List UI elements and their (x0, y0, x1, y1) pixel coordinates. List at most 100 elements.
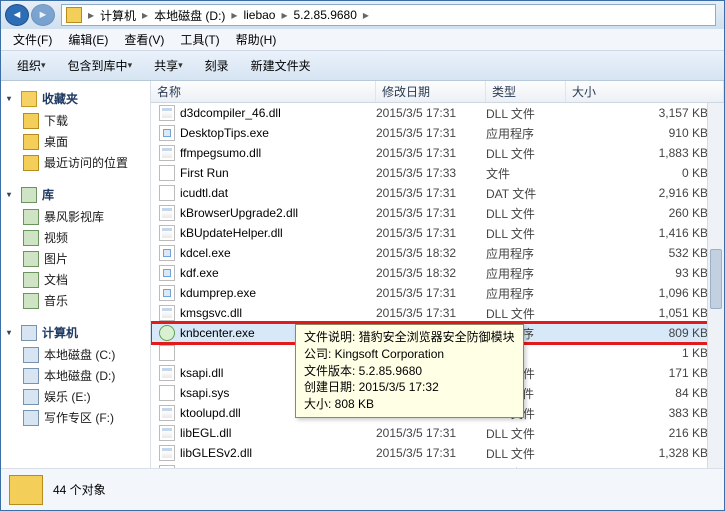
dll-icon (159, 225, 175, 241)
organize-button[interactable]: 组织 (7, 54, 56, 77)
dll-icon (159, 145, 175, 161)
file-date: 2015/3/5 17:31 (376, 466, 486, 468)
file-type: DLL 文件 (486, 465, 566, 469)
nav-back-button[interactable]: ◄ (5, 4, 29, 26)
col-size[interactable]: 大小 (566, 81, 724, 102)
sidebar-item[interactable]: 暴风影视库 (3, 206, 148, 227)
file-size: 1,328 KB (566, 446, 724, 460)
column-headers: 名称 修改日期 类型 大小 (151, 81, 724, 103)
status-count: 44 个对象 (53, 481, 106, 498)
file-name: kdumprep.exe (180, 286, 256, 300)
file-type: DLL 文件 (486, 105, 566, 122)
breadcrumb-item[interactable]: liebao (237, 8, 281, 22)
sidebar-item[interactable]: 文档 (3, 269, 148, 290)
file-icon (159, 185, 175, 201)
file-row[interactable]: kdcel.exe2015/3/5 18:32应用程序532 KB (151, 243, 724, 263)
sidebar-item[interactable]: 本地磁盘 (C:) (3, 344, 148, 365)
nav-forward-button[interactable]: ► (31, 4, 55, 26)
file-row[interactable]: kmsgsvc.dll2015/3/5 17:31DLL 文件1,051 KB (151, 303, 724, 323)
file-size: 3,157 KB (566, 106, 724, 120)
menu-file[interactable]: 文件(F) (5, 29, 60, 50)
share-button[interactable]: 共享 (144, 54, 193, 77)
col-date[interactable]: 修改日期 (376, 81, 486, 102)
file-date: 2015/3/5 17:31 (376, 126, 486, 140)
file-row[interactable]: libGLESv2.dll2015/3/5 17:31DLL 文件1,328 K… (151, 443, 724, 463)
menu-edit[interactable]: 编辑(E) (60, 29, 116, 50)
file-type: 应用程序 (486, 245, 566, 262)
breadcrumb-item[interactable]: 计算机 (94, 7, 142, 24)
sidebar-item[interactable]: 最近访问的位置 (3, 152, 148, 173)
file-row[interactable]: DesktopTips.exe2015/3/5 17:31应用程序910 KB (151, 123, 724, 143)
file-date: 2015/3/5 18:32 (376, 246, 486, 260)
star-icon (21, 91, 37, 107)
file-row[interactable]: kBUpdateHelper.dll2015/3/5 17:31DLL 文件1,… (151, 223, 724, 243)
file-size: 383 KB (566, 406, 724, 420)
file-row[interactable]: kdf.exe2015/3/5 18:32应用程序93 KB (151, 263, 724, 283)
download-icon (23, 113, 39, 129)
menu-help[interactable]: 帮助(H) (228, 29, 285, 50)
file-type: DLL 文件 (486, 145, 566, 162)
file-size: 216 KB (566, 426, 724, 440)
file-name: ksapi.sys (180, 386, 229, 400)
burn-button[interactable]: 刻录 (195, 54, 239, 77)
menu-view[interactable]: 查看(V) (116, 29, 172, 50)
shield-icon (159, 325, 175, 341)
file-row[interactable]: First Run2015/3/5 17:33文件0 KB (151, 163, 724, 183)
file-row[interactable]: kdumprep.exe2015/3/5 17:31应用程序1,096 KB (151, 283, 724, 303)
file-icon (159, 165, 175, 181)
sidebar-item[interactable]: 音乐 (3, 290, 148, 311)
sidebar-item[interactable]: 下载 (3, 110, 148, 131)
file-date: 2015/3/5 17:33 (376, 166, 486, 180)
file-date: 2015/3/5 17:31 (376, 206, 486, 220)
file-size: 93 KB (566, 266, 724, 280)
file-date: 2015/3/5 17:31 (376, 306, 486, 320)
file-size: 2,916 KB (566, 186, 724, 200)
app-icon (159, 125, 175, 141)
file-date: 2015/3/5 17:31 (376, 426, 486, 440)
sidebar-favorites-header[interactable]: 收藏夹 (3, 87, 148, 110)
sidebar-item[interactable]: 桌面 (3, 131, 148, 152)
include-button[interactable]: 包含到库中 (58, 54, 143, 77)
sidebar-libraries-header[interactable]: 库 (3, 183, 148, 206)
file-date: 2015/3/5 17:31 (376, 186, 486, 200)
file-date: 2015/3/5 17:31 (376, 446, 486, 460)
sidebar-item[interactable]: 娱乐 (E:) (3, 386, 148, 407)
sidebar-item[interactable]: 写作专区 (F:) (3, 407, 148, 428)
picture-icon (23, 251, 39, 267)
breadcrumb-item[interactable]: 本地磁盘 (D:) (148, 7, 231, 24)
col-type[interactable]: 类型 (486, 81, 566, 102)
col-name[interactable]: 名称 (151, 81, 376, 102)
file-name: First Run (180, 166, 229, 180)
file-icon (159, 385, 175, 401)
dll-icon (159, 365, 175, 381)
file-row[interactable]: d3dcompiler_46.dll2015/3/5 17:31DLL 文件3,… (151, 103, 724, 123)
scrollbar[interactable] (707, 103, 724, 468)
sidebar-item[interactable]: 图片 (3, 248, 148, 269)
file-size: 8,237 KB (566, 466, 724, 468)
file-name: ktoolupd.dll (180, 406, 241, 420)
file-type: 文件 (486, 165, 566, 182)
dll-icon (159, 405, 175, 421)
sidebar-item[interactable]: 视频 (3, 227, 148, 248)
file-row[interactable]: kBrowserUpgrade2.dll2015/3/5 17:31DLL 文件… (151, 203, 724, 223)
dll-icon (159, 305, 175, 321)
sidebar-item[interactable]: 本地磁盘 (D:) (3, 365, 148, 386)
file-name: icudtl.dat (180, 186, 228, 200)
breadcrumb-item[interactable]: 5.2.85.9680 (288, 8, 363, 22)
sidebar-computer-header[interactable]: 计算机 (3, 321, 148, 344)
drive-icon (23, 347, 39, 363)
file-row[interactable]: liebao.dll2015/3/5 17:31DLL 文件8,237 KB (151, 463, 724, 468)
menu-tools[interactable]: 工具(T) (172, 29, 227, 50)
file-row[interactable]: icudtl.dat2015/3/5 17:31DAT 文件2,916 KB (151, 183, 724, 203)
file-row[interactable]: ffmpegsumo.dll2015/3/5 17:31DLL 文件1,883 … (151, 143, 724, 163)
file-type: DLL 文件 (486, 205, 566, 222)
file-row[interactable]: libEGL.dll2015/3/5 17:31DLL 文件216 KB (151, 423, 724, 443)
dll-icon (159, 425, 175, 441)
file-size: 84 KB (566, 386, 724, 400)
scrollbar-thumb[interactable] (710, 249, 722, 309)
newfolder-button[interactable]: 新建文件夹 (241, 54, 321, 77)
file-date: 2015/3/5 17:31 (376, 226, 486, 240)
breadcrumb[interactable]: ▸ 计算机▸ 本地磁盘 (D:)▸ liebao▸ 5.2.85.9680▸ (61, 4, 716, 26)
video-icon (23, 230, 39, 246)
file-date: 2015/3/5 17:31 (376, 106, 486, 120)
